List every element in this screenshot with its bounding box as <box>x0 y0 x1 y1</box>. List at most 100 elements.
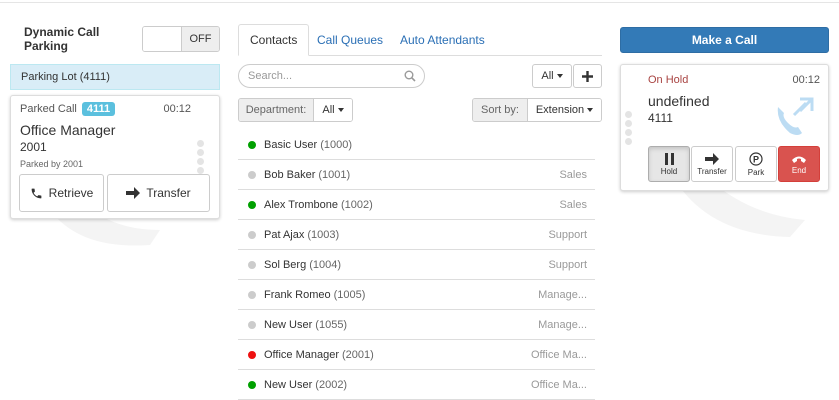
search-input[interactable] <box>248 65 408 87</box>
contact-name: New User <box>264 378 313 391</box>
presence-indicator <box>248 200 256 209</box>
presence-indicator <box>248 290 256 299</box>
contact-row[interactable]: New User (2002) Office Ma... <box>238 370 595 400</box>
call-status: On Hold <box>648 74 689 86</box>
sort-value: Extension <box>535 104 585 116</box>
presence-indicator <box>248 140 256 149</box>
sort-label: Sort by: <box>473 99 528 121</box>
parked-caller-name: Office Manager <box>20 122 116 138</box>
contact-name: Sol Berg <box>264 258 307 271</box>
contact-ext: (1000) <box>320 138 352 151</box>
tab-contacts[interactable]: Contacts <box>238 24 310 56</box>
filter-value: All <box>541 70 554 82</box>
parked-call-card: Parked Call 4111 00:12 Office Manager 20… <box>10 95 220 219</box>
contact-list: Basic User (1000) Bob Baker (1001) Sales Alex… <box>238 130 595 400</box>
parked-caller-ext: 2001 <box>20 140 47 154</box>
contact-ext: (1001) <box>318 168 351 181</box>
contact-ext: (1003) <box>307 228 340 241</box>
arrow-right-icon <box>705 152 719 165</box>
transfer-parked-button[interactable]: Transfer <box>107 174 210 212</box>
toggle-knob[interactable] <box>143 27 181 51</box>
drag-handle[interactable] <box>625 109 641 147</box>
caret-down-icon <box>587 108 594 112</box>
contact-row[interactable]: Basic User (1000) <box>238 130 595 160</box>
phone-transfer-icon <box>777 97 814 135</box>
drag-handle[interactable] <box>197 138 213 176</box>
active-call-card: On Hold 00:12 undefined 4111 Hold Transf… <box>620 64 829 191</box>
contact-department: Manage... <box>538 288 587 301</box>
contact-name: Bob Baker <box>264 168 316 181</box>
svg-text:P: P <box>753 154 759 164</box>
department-filter[interactable]: Department: All <box>238 98 353 122</box>
transfer-button[interactable]: Transfer <box>691 146 733 182</box>
presence-indicator <box>248 260 256 269</box>
contact-department: Sales <box>559 198 587 211</box>
caret-down-icon <box>337 108 344 112</box>
contact-row[interactable]: Office Manager (2001) Office Ma... <box>238 340 595 370</box>
department-value: All <box>322 104 335 116</box>
contact-row[interactable]: Alex Trombone (1002) Sales <box>238 190 595 220</box>
add-contact-button[interactable] <box>573 64 602 88</box>
sort-control[interactable]: Sort by: Extension <box>472 98 602 122</box>
contact-row[interactable]: Sol Berg (1004) Support <box>238 250 595 280</box>
contact-department: Office Ma... <box>530 348 587 361</box>
parked-call-timer: 00:12 <box>163 103 191 115</box>
end-label: End <box>791 165 807 175</box>
dynamic-parking-row: Dynamic Call Parking OFF <box>10 25 220 53</box>
parking-icon: P <box>749 151 763 166</box>
sort-select[interactable]: Extension <box>528 99 601 121</box>
hold-button[interactable]: Hold <box>648 146 690 182</box>
department-select[interactable]: All <box>314 99 352 121</box>
caller-ext: 4111 <box>648 111 673 125</box>
parked-call-header: Parked Call 4111 <box>20 102 116 116</box>
presence-indicator <box>248 230 256 239</box>
contact-row[interactable]: Pat Ajax (1003) Support <box>238 220 595 250</box>
contact-name: Pat Ajax <box>264 228 305 241</box>
make-call-button[interactable]: Make a Call <box>620 27 829 53</box>
contact-department: Support <box>548 228 587 241</box>
call-timer: 00:12 <box>792 74 820 86</box>
parked-by-text: Parked by 2001 <box>20 159 84 169</box>
hold-label: Hold <box>660 166 678 176</box>
parking-lot-header[interactable]: Parking Lot (4111) <box>10 64 220 90</box>
contact-row[interactable]: Bob Baker (1001) Sales <box>238 160 595 190</box>
contact-name: Basic User <box>264 138 318 151</box>
end-call-button[interactable]: End <box>778 146 820 182</box>
contact-ext: (2001) <box>342 348 374 361</box>
directory-tabs: Contacts Call Queues Auto Attendants <box>238 24 602 56</box>
filter-dropdown[interactable]: All <box>532 64 572 88</box>
phone-icon <box>31 188 42 198</box>
contact-name: New User <box>264 318 313 331</box>
transfer-parked-label: Transfer <box>146 186 191 200</box>
search-icon <box>404 70 416 82</box>
arrow-right-icon <box>126 187 141 199</box>
park-button[interactable]: P Park <box>735 146 777 182</box>
contact-row[interactable]: New User (1055) Manage... <box>238 310 595 340</box>
contact-department: Office Ma... <box>530 378 587 391</box>
presence-indicator <box>248 320 256 329</box>
pause-icon <box>664 152 674 165</box>
retrieve-label: Retrieve <box>48 186 94 200</box>
contact-name: Office Manager <box>264 348 340 361</box>
toggle-state[interactable]: OFF <box>181 27 219 51</box>
contact-row[interactable]: Frank Romeo (1005) Manage... <box>238 280 595 310</box>
presence-indicator <box>248 350 256 359</box>
plus-icon <box>582 70 593 82</box>
contact-name: Frank Romeo <box>264 288 331 301</box>
caller-name: undefined <box>648 93 710 109</box>
contact-department: Sales <box>559 168 587 181</box>
tab-call-queues[interactable]: Call Queues <box>317 24 383 56</box>
top-divider <box>0 2 839 3</box>
dynamic-parking-label: Dynamic Call Parking <box>24 25 100 53</box>
caret-down-icon <box>556 74 563 78</box>
contact-ext: (1004) <box>309 258 341 271</box>
search-box[interactable] <box>238 64 425 88</box>
contact-ext: (1005) <box>333 288 366 301</box>
contact-name: Alex Trombone <box>264 198 338 211</box>
contact-ext: (1055) <box>315 318 348 331</box>
retrieve-button[interactable]: Retrieve <box>19 174 104 212</box>
tab-auto-attendants[interactable]: Auto Attendants <box>400 24 485 56</box>
contact-department: Support <box>548 258 587 271</box>
dynamic-parking-toggle[interactable]: OFF <box>142 26 220 52</box>
parked-call-badge: 4111 <box>81 102 116 116</box>
